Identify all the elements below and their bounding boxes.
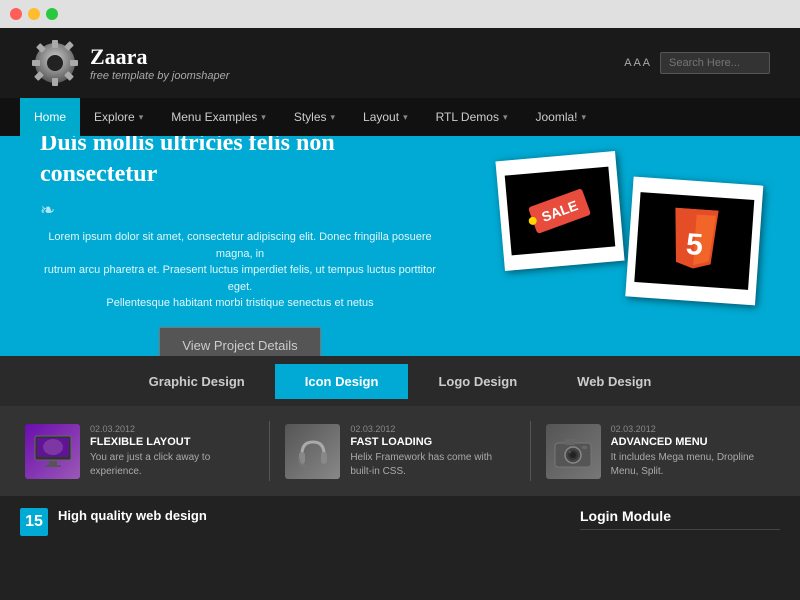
- feature-date-2: 02.03.2012: [350, 424, 514, 434]
- chevron-down-icon: ▾: [261, 112, 266, 123]
- bottom-section: 15 High quality web design Login Module: [0, 496, 800, 600]
- chevron-down-icon: ▾: [139, 112, 144, 123]
- feature-desc-1: You are just a click away to experience.: [90, 451, 254, 479]
- feature-title-1: FLEXIBLE LAYOUT: [90, 436, 254, 448]
- features-row: 02.03.2012 FLEXIBLE LAYOUT You are just …: [0, 406, 800, 496]
- monitor-icon: [33, 434, 73, 469]
- feature-icon-headphone: [285, 424, 340, 479]
- feature-item-fast-loading: 02.03.2012 FAST LOADING Helix Framework …: [275, 424, 524, 479]
- site-header: Zaara free template by joomshaper A A A: [0, 28, 800, 98]
- polaroid-sale-inner: SALE: [505, 167, 616, 256]
- tab-graphic-design[interactable]: Graphic Design: [119, 364, 275, 399]
- chevron-down-icon: ▾: [403, 112, 408, 123]
- browser-dot-red[interactable]: [10, 8, 22, 20]
- feature-date-1: 02.03.2012: [90, 424, 254, 434]
- nav-label-joomla: Joomla!: [535, 110, 577, 124]
- feature-divider-2: [530, 421, 531, 481]
- chevron-down-icon: ▾: [331, 112, 336, 123]
- tab-web-design[interactable]: Web Design: [547, 364, 681, 399]
- nav-label-styles: Styles: [294, 110, 327, 124]
- browser-dot-green[interactable]: [46, 8, 58, 20]
- hero-text-area: Duis mollis ultricies felis non consecte…: [40, 136, 440, 356]
- feature-content-flexible-layout: 02.03.2012 FLEXIBLE LAYOUT You are just …: [90, 424, 254, 479]
- feature-title-2: FAST LOADING: [350, 436, 514, 448]
- nav-item-explore[interactable]: Explore ▾: [80, 98, 157, 136]
- bottom-heading: High quality web design: [58, 508, 207, 523]
- polaroid-html5-inner: 5: [634, 192, 754, 290]
- nav-label-explore: Explore: [94, 110, 135, 124]
- feature-title-3: ADVANCED MENU: [611, 436, 775, 448]
- header-right: A A A: [624, 52, 770, 74]
- bottom-text-content: High quality web design: [58, 508, 207, 525]
- nav-item-joomla[interactable]: Joomla! ▾: [521, 98, 600, 136]
- feature-content-advanced-menu: 02.03.2012 ADVANCED MENU It includes Meg…: [611, 424, 775, 479]
- gear-icon: [30, 38, 80, 88]
- site-subtitle: free template by joomshaper: [90, 70, 229, 82]
- headphone-icon: [294, 432, 332, 470]
- polaroid-html5: 5: [625, 177, 763, 306]
- search-input[interactable]: [660, 52, 770, 74]
- chevron-down-icon: ▾: [582, 112, 587, 123]
- browser-dot-yellow[interactable]: [28, 8, 40, 20]
- feature-item-flexible-layout: 02.03.2012 FLEXIBLE LAYOUT You are just …: [15, 424, 264, 479]
- polaroid-sale: SALE: [495, 151, 624, 271]
- nav-label-layout: Layout: [363, 110, 399, 124]
- main-nav: Home Explore ▾ Menu Examples ▾ Styles ▾ …: [0, 98, 800, 136]
- bottom-left-area: 15 High quality web design: [20, 508, 560, 588]
- site-title: Zaara: [90, 44, 229, 70]
- feature-desc-3: It includes Mega menu, Dropline Menu, Sp…: [611, 451, 775, 479]
- nav-label-home: Home: [34, 110, 66, 124]
- login-module-area: Login Module: [580, 508, 780, 588]
- login-module-title: Login Module: [580, 508, 780, 530]
- tab-logo-design[interactable]: Logo Design: [408, 364, 547, 399]
- hero-images: SALE 5: [500, 156, 760, 291]
- feature-desc-2: Helix Framework has come with built-in C…: [350, 451, 514, 479]
- nav-label-rtl-demos: RTL Demos: [436, 110, 499, 124]
- nav-item-menu-examples[interactable]: Menu Examples ▾: [157, 98, 280, 136]
- sale-tag: SALE: [528, 188, 591, 234]
- feature-item-advanced-menu: 02.03.2012 ADVANCED MENU It includes Meg…: [536, 424, 785, 479]
- tab-icon-design[interactable]: Icon Design: [275, 364, 409, 399]
- feature-divider-1: [269, 421, 270, 481]
- website-container: Zaara free template by joomshaper A A A …: [0, 28, 800, 600]
- logo-area: Zaara free template by joomshaper: [30, 38, 229, 88]
- chevron-down-icon: ▾: [503, 112, 508, 123]
- feature-content-fast-loading: 02.03.2012 FAST LOADING Helix Framework …: [350, 424, 514, 479]
- view-project-button[interactable]: View Project Details: [159, 327, 320, 356]
- logo-text: Zaara free template by joomshaper: [90, 44, 229, 82]
- nav-item-styles[interactable]: Styles ▾: [280, 98, 349, 136]
- nav-item-layout[interactable]: Layout ▾: [349, 98, 422, 136]
- html5-icon: 5: [665, 207, 724, 276]
- design-tabs-bar: Graphic Design Icon Design Logo Design W…: [0, 356, 800, 406]
- nav-label-menu-examples: Menu Examples: [171, 110, 257, 124]
- browser-chrome: [0, 0, 800, 28]
- bottom-number-badge: 15: [20, 508, 48, 536]
- text-size-icons[interactable]: A A A: [624, 57, 650, 69]
- camera-icon: [552, 433, 594, 469]
- feature-icon-camera: [546, 424, 601, 479]
- hero-banner: Duis mollis ultricies felis non consecte…: [0, 136, 800, 356]
- svg-text:5: 5: [684, 227, 703, 261]
- hero-divider-ornament: ❧: [40, 200, 440, 221]
- hero-body-text: Lorem ipsum dolor sit amet, consectetur …: [40, 229, 440, 312]
- feature-date-3: 02.03.2012: [611, 424, 775, 434]
- nav-item-rtl-demos[interactable]: RTL Demos ▾: [422, 98, 522, 136]
- feature-icon-monitor: [25, 424, 80, 479]
- html5-svg: 5: [665, 207, 724, 276]
- nav-item-home[interactable]: Home: [20, 98, 80, 136]
- hero-heading: Duis mollis ultricies felis non consecte…: [40, 136, 440, 190]
